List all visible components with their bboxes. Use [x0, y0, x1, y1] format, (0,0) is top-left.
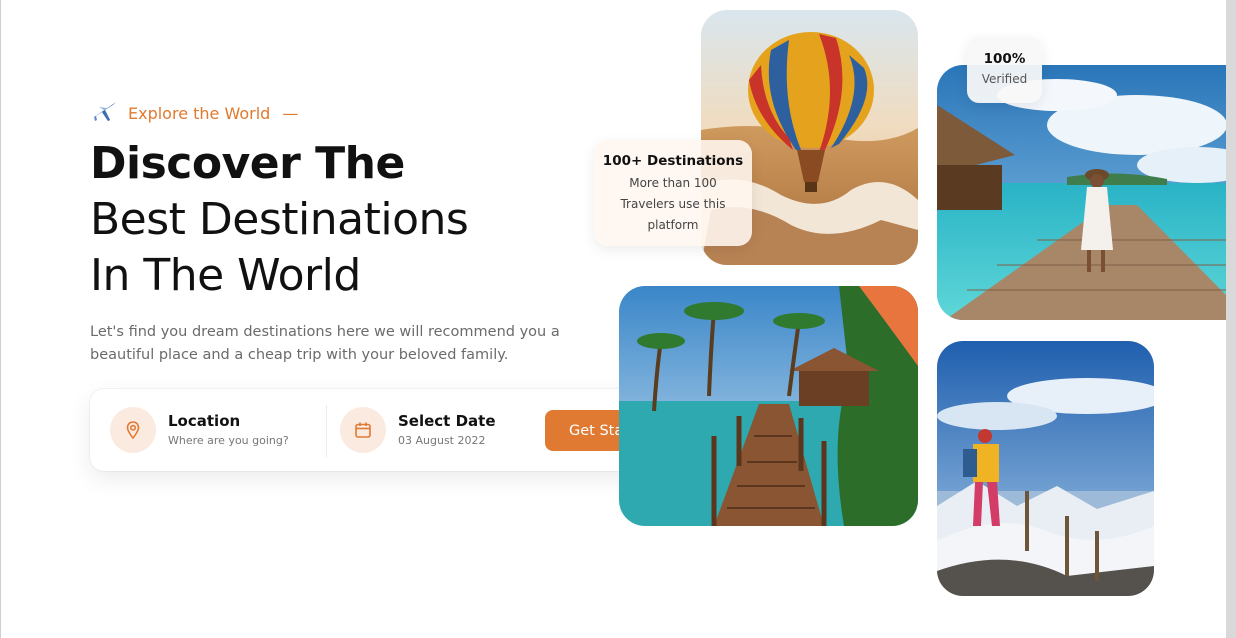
map-pin-icon [126, 421, 140, 440]
destinations-badge: 100+ Destinations More than 100 Traveler… [594, 140, 752, 246]
date-icon-circle [340, 407, 386, 453]
verified-badge: 100% Verified [967, 37, 1042, 103]
location-label: Location [168, 412, 241, 430]
page-left-edge [0, 0, 1, 638]
destinations-description: More than 100 Travelers use this platfor… [620, 176, 726, 232]
title-line-2: Best Destinations [90, 194, 469, 245]
date-label: Select Date [398, 412, 496, 430]
pier-photo [937, 65, 1226, 320]
eyebrow: Explore the World — [90, 96, 298, 130]
location-field[interactable]: Location Where are you going? [110, 407, 289, 453]
title-line-3: In The World [90, 250, 361, 301]
airplane-icon [90, 96, 120, 130]
title-line-1: Discover The [90, 138, 405, 189]
date-value: 03 August 2022 [398, 434, 486, 447]
verified-label: Verified [981, 72, 1028, 86]
verified-percent: 100% [983, 51, 1026, 67]
page-title: Discover The Best Destinations In The Wo… [90, 136, 469, 304]
destinations-count: 100+ Destinations [602, 153, 744, 169]
scrollbar[interactable] [1226, 0, 1236, 638]
field-divider [326, 405, 327, 457]
calendar-icon [355, 422, 371, 438]
location-placeholder: Where are you going? [168, 434, 289, 447]
date-field[interactable]: Select Date 03 August 2022 [340, 407, 496, 453]
search-card: Location Where are you going? Select Dat… [90, 389, 696, 471]
location-icon-circle [110, 407, 156, 453]
hiker-photo [937, 341, 1154, 596]
eyebrow-dash: — [282, 103, 299, 123]
eyebrow-text: Explore the World [128, 103, 271, 123]
hero-subtitle: Let's find you dream destinations here w… [90, 324, 560, 363]
bridge-photo [619, 286, 918, 526]
